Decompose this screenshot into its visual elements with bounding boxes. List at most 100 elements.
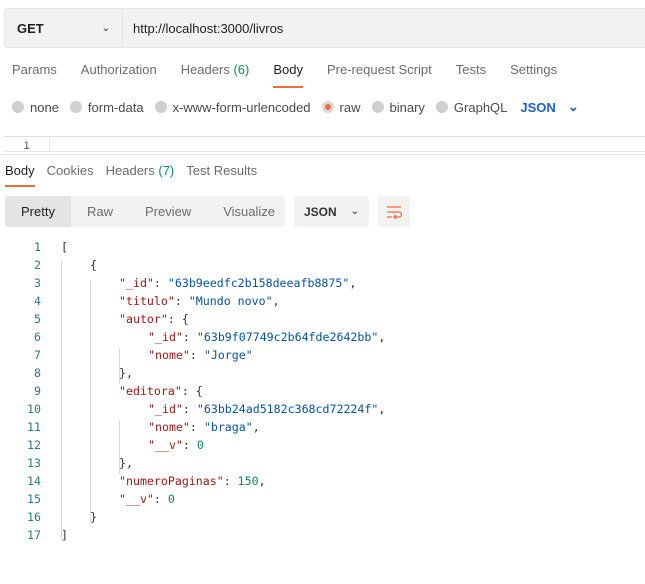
code-line: 3 "_id": "63b9eedfc2b158deeafb8875", <box>0 274 385 292</box>
response-format-label: JSON <box>303 204 337 219</box>
radio-binary[interactable]: binary <box>371 99 425 115</box>
radio-circle-icon <box>371 101 384 113</box>
body-format-select[interactable]: JSON ⌄ <box>520 99 578 115</box>
line-number: 15 <box>27 492 41 506</box>
tab-count: (6) <box>233 62 250 77</box>
method-select[interactable]: GET ⌄ <box>5 9 123 47</box>
code-token: "nome" <box>148 420 190 434</box>
tab-label: Headers <box>105 163 155 178</box>
code-token: "numeroPaginas" <box>119 474 224 488</box>
tab-label: Body <box>273 62 303 77</box>
tab-label: Settings <box>510 62 558 77</box>
line-number: 9 <box>34 384 41 398</box>
code-token: : <box>153 492 168 506</box>
code-token: "Mundo novo" <box>188 294 273 308</box>
code-token: : <box>189 420 204 434</box>
code-text: "_id": "63bb24ad5182c368cd72224f", <box>41 400 385 418</box>
code-token: 0 <box>167 492 175 506</box>
code-token: "63b9eedfc2b158deeafb8875" <box>167 276 350 290</box>
code-text: "numeroPaginas": 150, <box>41 472 266 490</box>
code-line: 2{ <box>0 256 385 274</box>
tab-params[interactable]: Params <box>0 62 69 88</box>
response-format-select[interactable]: JSON ⌄ <box>294 196 369 227</box>
code-text: [ <box>41 238 68 256</box>
request-body-editor[interactable]: 1 <box>4 136 645 152</box>
code-token: "_id" <box>119 276 154 290</box>
radio-label: GraphQL <box>453 99 508 115</box>
radio-circle-icon <box>154 101 167 113</box>
code-token: : <box>189 348 204 362</box>
line-number: 4 <box>34 294 41 308</box>
code-token: "63b9f07749c2b64fde2642bb" <box>196 330 379 344</box>
radio-circle-icon <box>321 101 334 113</box>
code-token: "autor" <box>119 312 168 326</box>
line-number: 13 <box>27 456 41 470</box>
url-input[interactable]: http://localhost:3000/livros <box>123 9 283 47</box>
code-token: , <box>258 474 266 488</box>
body-format-label: JSON <box>520 99 556 115</box>
tab-body[interactable]: Body <box>261 62 315 88</box>
chevron-down-icon: ⌄ <box>350 206 360 217</box>
tab-label: Params <box>12 62 57 77</box>
radio-none[interactable]: none <box>12 100 59 115</box>
tab-pre-request-script[interactable]: Pre-request Script <box>315 62 444 88</box>
code-text: "__v": 0 <box>41 436 204 454</box>
code-token: "__v" <box>119 492 154 506</box>
method-label: GET <box>17 20 44 36</box>
chevron-down-icon: ⌄ <box>101 22 110 34</box>
view-mode-raw[interactable]: Raw <box>71 196 129 227</box>
code-token: { <box>90 258 97 272</box>
response-tab-test-results[interactable]: Test Results <box>181 163 262 187</box>
response-body: 1[2{3 "_id": "63b9eedfc2b158deeafb8875", 4… <box>0 238 385 544</box>
tab-headers[interactable]: Headers (6) <box>169 62 262 88</box>
radio-GraphQL[interactable]: GraphQL <box>435 99 508 115</box>
code-line: 15 "__v": 0 <box>0 490 385 508</box>
view-mode-preview[interactable]: Preview <box>129 196 207 227</box>
indent-guide <box>90 280 91 522</box>
code-token: } <box>90 510 97 524</box>
view-mode-visualize[interactable]: Visualize <box>207 196 291 227</box>
code-token: [ <box>61 240 68 254</box>
code-token: , <box>272 294 280 308</box>
code-token: : <box>182 438 197 452</box>
line-number: 17 <box>27 528 41 542</box>
response-tab-cookies[interactable]: Cookies <box>42 163 99 187</box>
line-number: 16 <box>27 510 41 524</box>
line-number: 1 <box>4 137 50 151</box>
response-tab-body[interactable]: Body <box>0 163 40 187</box>
code-token: "titulo" <box>119 294 175 308</box>
wrap-lines-button[interactable] <box>378 196 410 227</box>
code-text: } <box>41 508 97 526</box>
code-token: , <box>378 330 386 344</box>
radio-label: form-data <box>87 99 144 115</box>
radio-raw[interactable]: raw <box>321 100 361 115</box>
code-text: ] <box>41 526 68 544</box>
code-line: 11 "nome": "braga", <box>0 418 385 436</box>
tab-settings[interactable]: Settings <box>498 62 569 88</box>
view-mode-pretty[interactable]: Pretty <box>5 196 71 227</box>
line-number: 12 <box>27 438 41 452</box>
radio-x-www-form-urlencoded[interactable]: x-www-form-urlencoded <box>154 99 311 115</box>
response-tab-headers[interactable]: Headers (7) <box>101 163 180 187</box>
code-token: 0 <box>196 438 204 452</box>
code-line: 4 "titulo": "Mundo novo", <box>0 292 385 310</box>
url-bar: GET ⌄ http://localhost:3000/livros <box>4 8 645 48</box>
tab-authorization[interactable]: Authorization <box>69 62 169 88</box>
line-number: 7 <box>34 348 41 362</box>
view-mode-selector: Pretty Raw Preview Visualize <box>5 196 285 227</box>
radio-circle-icon <box>69 101 82 113</box>
tab-tests[interactable]: Tests <box>444 62 498 88</box>
code-token: : <box>174 294 189 308</box>
code-token: }, <box>119 366 133 380</box>
divider <box>0 154 645 155</box>
tab-label: Tests <box>455 62 487 77</box>
radio-form-data[interactable]: form-data <box>69 99 144 115</box>
code-text: "nome": "Jorge" <box>41 346 253 364</box>
radio-label: x-www-form-urlencoded <box>172 99 311 115</box>
code-token: : <box>223 474 238 488</box>
code-token: "nome" <box>148 348 190 362</box>
radio-label: binary <box>389 99 425 115</box>
code-token: ] <box>61 528 68 542</box>
code-text: "titulo": "Mundo novo", <box>41 292 280 310</box>
code-line: 16} <box>0 508 385 526</box>
